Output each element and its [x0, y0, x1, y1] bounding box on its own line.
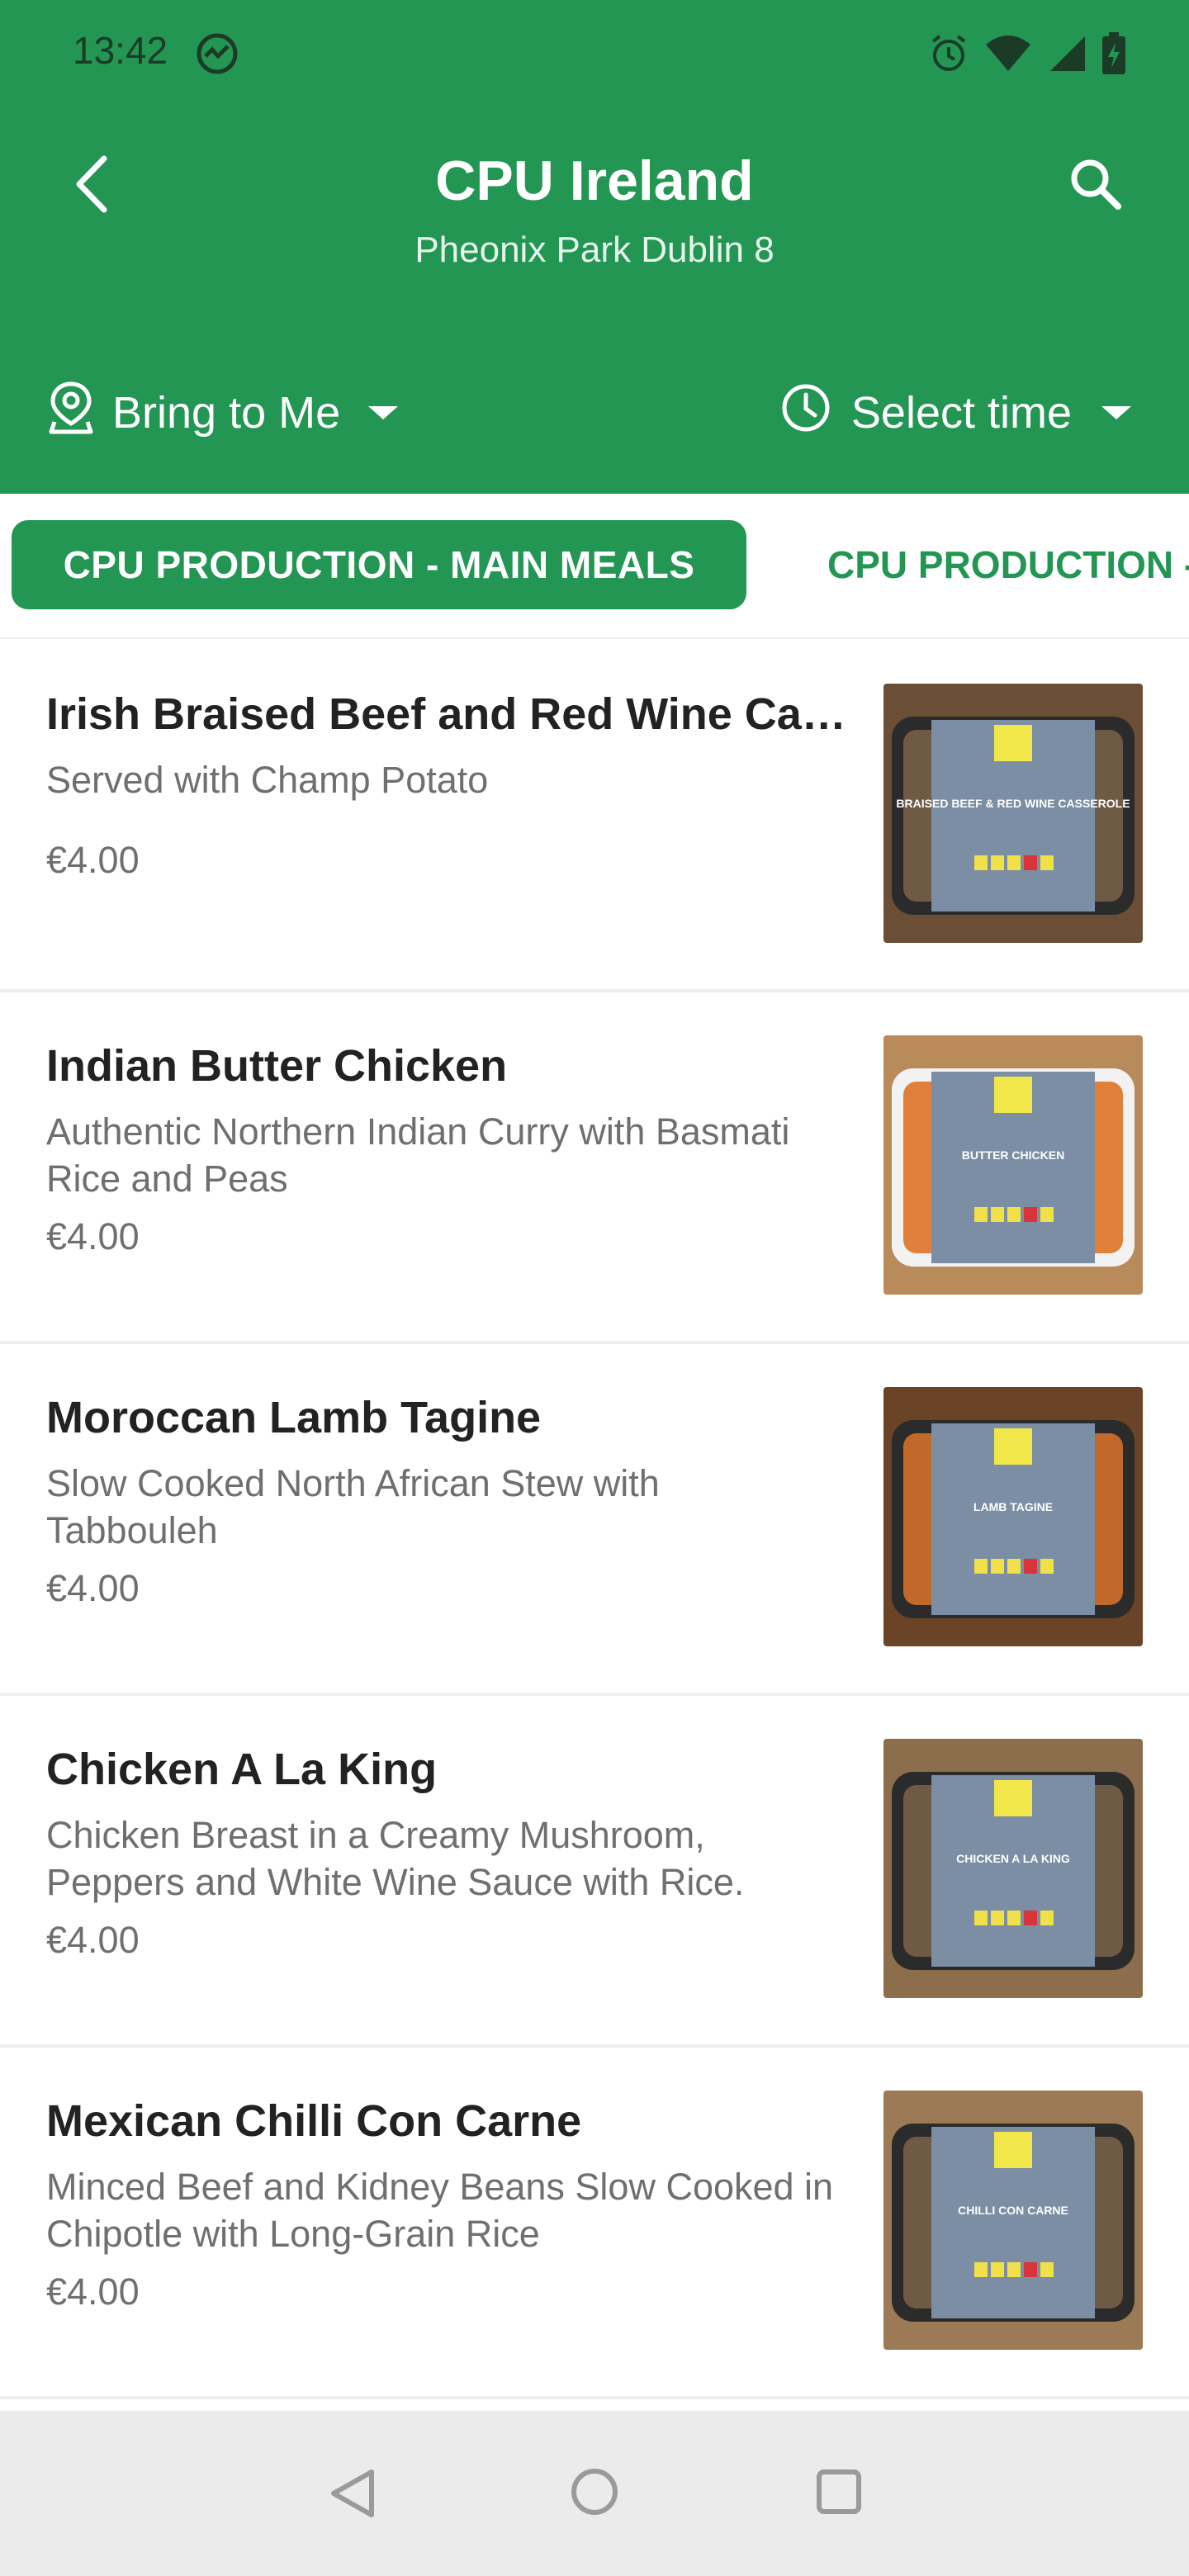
item-price: €4.00 [46, 1567, 140, 1609]
meal-pack-image: BRAISED BEEF & RED WINE CASSEROLE [883, 684, 1143, 943]
meal-pack-image: CHICKEN A LA KING [883, 1739, 1143, 1998]
meal-pack-image: BUTTER CHICKEN [883, 1035, 1143, 1295]
system-nav-bar [0, 2411, 1189, 2576]
alarm-icon [928, 33, 969, 74]
pack-label-text: CHICKEN A LA KING [956, 1852, 1070, 1865]
battery-icon [1101, 31, 1126, 76]
location-pin-icon [48, 381, 94, 446]
tab-next-category[interactable]: CPU PRODUCTION - [827, 520, 1189, 609]
time-select-label: Select time [850, 388, 1072, 438]
pack-label-text: BRAISED BEEF & RED WINE CASSEROLE [896, 797, 1130, 810]
app-header: 13:42 CPU Ireland Pheonix Park Dublin 8 [0, 0, 1189, 494]
menu-list: Irish Braised Beef and Red Wine Cass... S… [0, 641, 1189, 2399]
menu-item[interactable]: Mexican Chilli Con Carne Minced Beef and … [0, 2048, 1189, 2399]
menu-item[interactable]: Moroccan Lamb Tagine Slow Cooked North Af… [0, 1344, 1189, 1696]
item-photo[interactable]: BUTTER CHICKEN [883, 1035, 1143, 1295]
item-price: €4.00 [46, 2271, 140, 2313]
category-tabs: CPU PRODUCTION - MAIN MEALS CPU PRODUCTI… [0, 494, 1189, 639]
status-time: 13:42 [73, 29, 168, 72]
item-description: Chicken Breast in a Creamy Mushroom, Pep… [46, 1814, 745, 1903]
item-photo[interactable]: CHILLI CON CARNE [883, 2091, 1143, 2350]
item-name: Irish Braised Beef and Red Wine Cass... [46, 689, 855, 739]
meal-pack-image: CHILLI CON CARNE [883, 2091, 1143, 2350]
item-price: €4.00 [46, 1919, 140, 1961]
item-name: Mexican Chilli Con Carne [46, 2096, 582, 2146]
item-name: Chicken A La King [46, 1745, 438, 1794]
status-icons [928, 31, 1126, 76]
caret-down-icon [368, 406, 399, 419]
meal-pack-image: LAMB TAGINE [883, 1387, 1143, 1646]
delivery-mode-dropdown[interactable]: Bring to Me [48, 372, 399, 454]
item-photo[interactable]: BRAISED BEEF & RED WINE CASSEROLE [883, 684, 1143, 943]
item-price: €4.00 [46, 839, 140, 881]
pack-label-text: CHILLI CON CARNE [958, 2204, 1068, 2217]
pack-label-text: BUTTER CHICKEN [962, 1148, 1064, 1162]
nav-recent-apps-icon[interactable] [816, 2469, 862, 2515]
item-photo[interactable]: LAMB TAGINE [883, 1387, 1143, 1646]
search-button[interactable] [1059, 149, 1133, 223]
order-options: Bring to Me Select time [0, 372, 1189, 454]
clock-icon [780, 382, 831, 444]
item-photo[interactable]: CHICKEN A LA KING [883, 1739, 1143, 1998]
item-description: Served with Champ Potato [46, 759, 489, 801]
caret-down-icon [1101, 406, 1131, 419]
wifi-icon [984, 33, 1032, 74]
pack-label-text: LAMB TAGINE [973, 1500, 1053, 1513]
status-bar: 13:42 [0, 0, 1189, 106]
page-title: CPU Ireland [435, 149, 754, 212]
time-select-dropdown[interactable]: Select time [780, 372, 1131, 454]
sync-icon [195, 31, 239, 76]
delivery-mode-label: Bring to Me [112, 388, 341, 438]
store-location: Pheonix Park Dublin 8 [414, 230, 775, 270]
item-description: Authentic Northern Indian Curry with Bas… [46, 1110, 790, 1200]
item-name: Moroccan Lamb Tagine [46, 1393, 542, 1442]
menu-item[interactable]: Irish Braised Beef and Red Wine Cass... S… [0, 641, 1189, 992]
item-price: €4.00 [46, 1215, 140, 1257]
menu-item[interactable]: Chicken A La King Chicken Breast in a Cre… [0, 1696, 1189, 2048]
item-name: Indian Butter Chicken [46, 1041, 508, 1091]
signal-icon [1047, 33, 1087, 74]
search-icon [1068, 157, 1123, 215]
nav-back-icon[interactable] [327, 2467, 380, 2520]
item-description: Minced Beef and Kidney Beans Slow Cooked… [46, 2166, 834, 2255]
tab-main-meals[interactable]: CPU PRODUCTION - MAIN MEALS [12, 520, 746, 609]
nav-home-icon[interactable] [570, 2467, 619, 2517]
menu-item[interactable]: Indian Butter Chicken Authentic Northern … [0, 992, 1189, 1344]
item-description: Slow Cooked North African Stew with Tabb… [46, 1462, 660, 1551]
